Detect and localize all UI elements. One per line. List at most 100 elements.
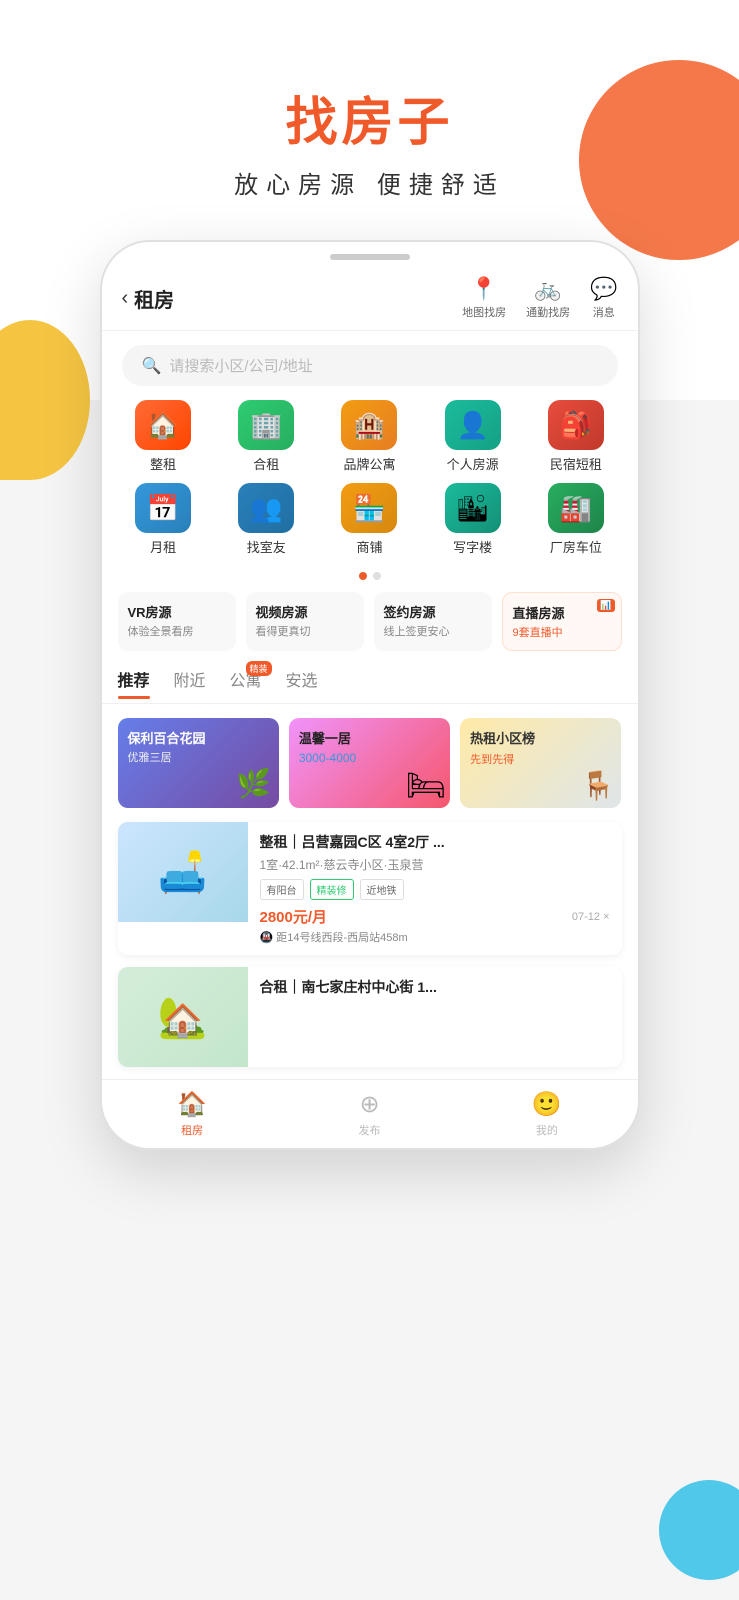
category-grid: 🏠 整租 🏢 合租 🏨 品牌公寓	[102, 400, 638, 566]
category-office[interactable]: 🏙 写字楼	[428, 483, 518, 556]
live-badge: 📊	[597, 599, 614, 612]
header-title: 找房子	[0, 80, 739, 155]
nav-action-map[interactable]: 📍 地图找房	[462, 276, 506, 320]
bottom-nav-rent[interactable]: 🏠 租房	[177, 1090, 207, 1138]
message-icon: 💬	[590, 276, 617, 302]
promo-baoli-name: 保利百合花园	[128, 728, 269, 747]
roommate-label: 找室友	[247, 537, 286, 556]
office-icon: 🏙	[445, 483, 501, 533]
tag-subway: 近地铁	[360, 879, 404, 900]
feature-video-subtitle: 看得更真切	[256, 623, 354, 639]
listing-1-tags: 有阳台 精装修 近地铁	[260, 879, 610, 900]
search-bar[interactable]: 🔍 请搜索小区/公司/地址	[122, 345, 618, 386]
live-count: 9套直播中	[513, 624, 611, 640]
commute-icon: 🚲	[534, 276, 561, 302]
brand-icon: 🏨	[341, 400, 397, 450]
carousel-dots	[102, 572, 638, 580]
hezu-label: 合租	[253, 454, 279, 473]
nav-title: 租房	[134, 284, 174, 313]
search-placeholder: 请搜索小区/公司/地址	[169, 355, 312, 376]
promo-hotrent-content: 热租小区榜 先到先得 🪑	[460, 718, 621, 808]
promo-baoli-desc: 优雅三居	[128, 749, 269, 765]
feature-sign[interactable]: 签约房源 线上签更安心	[374, 592, 492, 651]
back-arrow-icon: ‹	[122, 287, 129, 310]
category-shop[interactable]: 🏪 商铺	[324, 483, 414, 556]
map-icon: 📍	[470, 276, 497, 302]
header-subtitle: 放心房源 便捷舒适	[0, 165, 739, 200]
map-label: 地图找房	[462, 304, 506, 320]
tab-selected[interactable]: 安选	[286, 667, 318, 695]
category-minsu[interactable]: 🎒 民宿短租	[531, 400, 621, 473]
bottom-nav-mine[interactable]: 🙂 我的	[532, 1090, 562, 1138]
promo-hotrent-tag: 先到先得	[470, 751, 611, 767]
category-zhengzu[interactable]: 🏠 整租	[118, 400, 208, 473]
minsu-label: 民宿短租	[550, 454, 602, 473]
category-roommate[interactable]: 👥 找室友	[221, 483, 311, 556]
listing-1-date: 07-12 ×	[572, 911, 610, 923]
plant-icon: 🌿	[236, 767, 271, 800]
room-icon: 🏡	[118, 967, 248, 1067]
rent-label: 租房	[181, 1122, 203, 1138]
zhengzu-label: 整租	[150, 454, 176, 473]
listing-1[interactable]: 🛋️ 整租｜吕营嘉园C区 4室2厅 ... 1室·42.1m²·慈云寺小区·玉泉…	[118, 822, 622, 955]
feature-live[interactable]: 📊 直播房源 9套直播中	[502, 592, 622, 651]
category-row-2: 📅 月租 👥 找室友 🏪 商铺	[112, 483, 628, 556]
personal-icon: 👤	[445, 400, 501, 450]
tab-apartment-wrapper: 公寓 精装	[230, 667, 262, 695]
listing-1-subtitle: 1室·42.1m²·慈云寺小区·玉泉营	[260, 856, 610, 873]
feature-sign-subtitle: 线上签更安心	[384, 623, 482, 639]
factory-icon: 🏭	[548, 483, 604, 533]
category-yuezu[interactable]: 📅 月租	[118, 483, 208, 556]
commute-label: 通勤找房	[526, 304, 570, 320]
promo-wenxin[interactable]: 温馨一居 3000-4000 🛏	[289, 718, 450, 808]
dot-1[interactable]	[359, 572, 367, 580]
promo-hotrent[interactable]: 热租小区榜 先到先得 🪑	[460, 718, 621, 808]
tab-recommend[interactable]: 推荐	[118, 667, 150, 695]
personal-label: 个人房源	[447, 454, 499, 473]
category-personal[interactable]: 👤 个人房源	[428, 400, 518, 473]
category-row-1: 🏠 整租 🏢 合租 🏨 品牌公寓	[112, 400, 628, 473]
bottom-nav: 🏠 租房 ⊕ 发布 🙂 我的	[102, 1079, 638, 1148]
promo-baoli[interactable]: 保利百合花园 优雅三居 🌿	[118, 718, 279, 808]
listing-2-image: 🏡	[118, 967, 248, 1067]
metro-icon: 🚇	[260, 932, 274, 944]
brand-label: 品牌公寓	[343, 454, 395, 473]
listing-2-title: 合租｜南七家庄村中心街 1...	[260, 977, 610, 997]
publish-icon: ⊕	[359, 1090, 379, 1119]
yuezu-label: 月租	[150, 537, 176, 556]
mine-icon: 🙂	[532, 1090, 562, 1119]
category-brand[interactable]: 🏨 品牌公寓	[324, 400, 414, 473]
tab-nearby[interactable]: 附近	[174, 667, 206, 695]
feature-vr-subtitle: 体验全景看房	[128, 623, 226, 639]
phone-wrapper: ‹ 租房 📍 地图找房 🚲 通勤找房 💬 消息 🔍	[0, 240, 739, 1150]
phone-notch	[330, 254, 410, 260]
listing-2[interactable]: 🏡 合租｜南七家庄村中心街 1...	[118, 967, 622, 1067]
message-label: 消息	[593, 304, 615, 320]
search-icon: 🔍	[142, 356, 162, 376]
listing-2-info: 合租｜南七家庄村中心街 1...	[248, 967, 622, 1067]
category-factory[interactable]: 🏭 厂房车位	[531, 483, 621, 556]
bottom-nav-publish[interactable]: ⊕ 发布	[359, 1090, 381, 1138]
shop-icon: 🏪	[341, 483, 397, 533]
feature-vr[interactable]: VR房源 体验全景看房	[118, 592, 236, 651]
feature-live-title: 直播房源	[513, 603, 611, 622]
listing-1-info: 整租｜吕营嘉园C区 4室2厅 ... 1室·42.1m²·慈云寺小区·玉泉营 有…	[248, 822, 622, 955]
listing-1-distance: 🚇 距14号线西段-西局站458m	[260, 929, 610, 945]
promo-wenxin-price: 3000-4000	[299, 751, 440, 765]
sofa-icon: 🛋️	[118, 822, 248, 922]
feature-video[interactable]: 视频房源 看得更真切	[246, 592, 364, 651]
back-button[interactable]: ‹ 租房	[122, 284, 175, 313]
listing-1-price: 2800元/月	[260, 906, 328, 927]
category-hezu[interactable]: 🏢 合租	[221, 400, 311, 473]
nav-action-commute[interactable]: 🚲 通勤找房	[526, 276, 570, 320]
factory-label: 厂房车位	[550, 537, 602, 556]
mine-label: 我的	[536, 1122, 558, 1138]
tag-balcony: 有阳台	[260, 879, 304, 900]
roommate-icon: 👥	[238, 483, 294, 533]
dot-2[interactable]	[373, 572, 381, 580]
nav-action-message[interactable]: 💬 消息	[590, 276, 617, 320]
listing-1-price-row: 2800元/月 07-12 ×	[260, 906, 610, 927]
feature-sign-title: 签约房源	[384, 602, 482, 621]
feature-video-title: 视频房源	[256, 602, 354, 621]
zhengzu-icon: 🏠	[135, 400, 191, 450]
